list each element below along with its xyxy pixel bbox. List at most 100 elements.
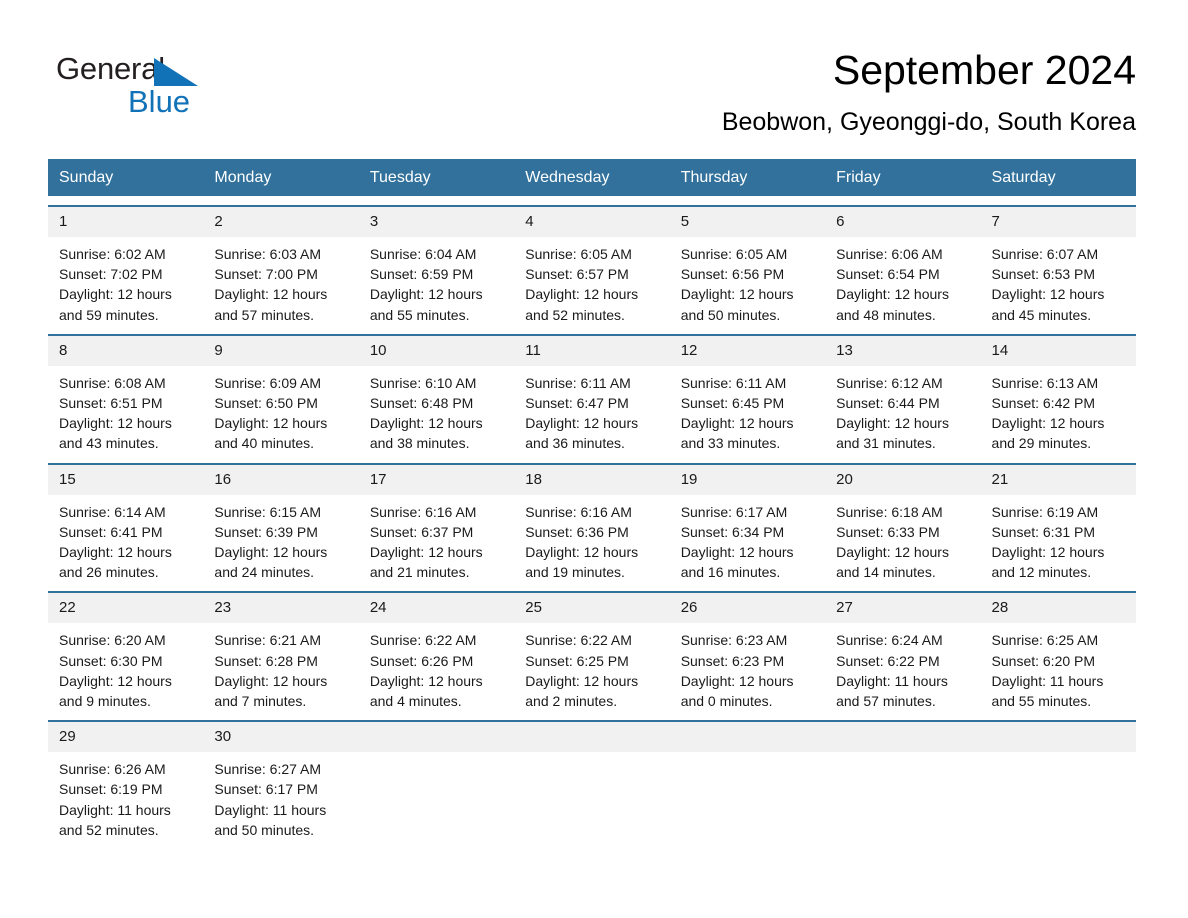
sunset-text: Sunset: 6:17 PM (214, 781, 318, 798)
day-info: Sunrise: 6:04 AM Sunset: 6:59 PM Dayligh… (359, 237, 514, 325)
sunset-text: Sunset: 7:02 PM (59, 266, 163, 283)
day-cell[interactable]: 3 Sunrise: 6:04 AM Sunset: 6:59 PM Dayli… (358, 207, 515, 325)
sunset-text: Sunset: 6:39 PM (214, 523, 318, 540)
day-cell[interactable]: 20 Sunrise: 6:18 AM Sunset: 6:33 PM Dayl… (825, 464, 981, 583)
day-info: Sunrise: 6:22 AM Sunset: 6:26 PM Dayligh… (359, 623, 514, 711)
sunrise-text: Sunrise: 6:03 AM (214, 246, 322, 262)
day-cell[interactable]: 2 Sunrise: 6:03 AM Sunset: 7:00 PM Dayli… (203, 207, 359, 325)
sunset-text: Sunset: 6:48 PM (369, 395, 474, 412)
day-cell[interactable]: 15 Sunrise: 6:14 AM Sunset: 6:41 PM Dayl… (48, 464, 204, 583)
page-header: General Blue September 2024 Beobwon, Gye… (0, 0, 1188, 139)
day-cell[interactable]: 11 Sunrise: 6:11 AM Sunset: 6:47 PM Dayl… (514, 335, 670, 454)
daylight-text: Daylight: 12 hours and 48 minutes. (836, 286, 949, 323)
calendar-grid: Sunday Monday Tuesday Wednesday Thursday… (48, 159, 1136, 840)
sunset-text: Sunset: 6:31 PM (991, 523, 1096, 540)
daylight-text: Daylight: 11 hours and 55 minutes. (991, 672, 1104, 710)
day-cell[interactable]: 1 Sunrise: 6:02 AM Sunset: 7:02 PM Dayli… (48, 207, 204, 325)
daylight-text: Daylight: 12 hours and 45 minutes. (991, 286, 1105, 323)
day-cell[interactable]: 8 Sunrise: 6:08 AM Sunset: 6:51 PM Dayli… (48, 335, 204, 454)
sunrise-text: Sunrise: 6:27 AM (214, 761, 322, 778)
daylight-text: Daylight: 12 hours and 19 minutes. (525, 544, 639, 581)
day-cell[interactable]: 21 Sunrise: 6:19 AM Sunset: 6:31 PM Dayl… (980, 464, 1136, 583)
day-cell-empty (980, 722, 1136, 840)
general-blue-logo: General Blue (56, 46, 216, 122)
daylight-text: Daylight: 12 hours and 50 minutes. (680, 286, 794, 323)
day-cell[interactable]: 17 Sunrise: 6:16 AM Sunset: 6:37 PM Dayl… (358, 464, 515, 583)
sunset-text: Sunset: 6:54 PM (836, 266, 940, 283)
day-cell[interactable]: 26 Sunrise: 6:23 AM Sunset: 6:23 PM Dayl… (669, 593, 826, 711)
weekday-header-wednesday: Wednesday (525, 169, 610, 186)
day-cell-empty (358, 722, 515, 840)
sunset-text: Sunset: 6:26 PM (369, 652, 474, 669)
day-info: Sunrise: 6:19 AM Sunset: 6:31 PM Dayligh… (981, 495, 1136, 583)
sunset-text: Sunset: 6:45 PM (680, 395, 785, 412)
day-info: Sunrise: 6:24 AM Sunset: 6:22 PM Dayligh… (825, 623, 980, 711)
weekday-header-tuesday: Tuesday (369, 169, 431, 186)
week-row: 22 Sunrise: 6:20 AM Sunset: 6:30 PM Dayl… (48, 591, 1136, 711)
day-cell[interactable]: 5 Sunrise: 6:05 AM Sunset: 6:56 PM Dayli… (669, 207, 826, 325)
day-cell[interactable]: 25 Sunrise: 6:22 AM Sunset: 6:25 PM Dayl… (514, 593, 670, 711)
day-number: 12 (669, 335, 826, 366)
sunrise-text: Sunrise: 6:05 AM (680, 246, 788, 262)
daylight-text: Daylight: 12 hours and 24 minutes. (214, 544, 328, 581)
day-cell[interactable]: 28 Sunrise: 6:25 AM Sunset: 6:20 PM Dayl… (980, 593, 1136, 711)
daylight-text: Daylight: 12 hours and 21 minutes. (369, 544, 483, 581)
weekday-header-row: Sunday Monday Tuesday Wednesday Thursday… (48, 159, 1136, 196)
sunrise-text: Sunrise: 6:23 AM (680, 632, 788, 649)
daylight-text: Daylight: 12 hours and 9 minutes. (59, 672, 172, 710)
day-cell[interactable]: 13 Sunrise: 6:12 AM Sunset: 6:44 PM Dayl… (825, 335, 981, 454)
sunset-text: Sunset: 6:30 PM (59, 652, 163, 669)
week-row: 8 Sunrise: 6:08 AM Sunset: 6:51 PM Dayli… (48, 333, 1136, 454)
daylight-text: Daylight: 12 hours and 16 minutes. (680, 544, 794, 581)
day-number (358, 722, 515, 753)
day-info: Sunrise: 6:21 AM Sunset: 6:28 PM Dayligh… (203, 623, 358, 711)
sunrise-text: Sunrise: 6:22 AM (525, 632, 632, 649)
day-number: 10 (358, 335, 515, 366)
day-cell[interactable]: 7 Sunrise: 6:07 AM Sunset: 6:53 PM Dayli… (980, 207, 1136, 325)
sunrise-text: Sunrise: 6:07 AM (991, 246, 1099, 262)
day-cell[interactable]: 16 Sunrise: 6:15 AM Sunset: 6:39 PM Dayl… (203, 464, 359, 583)
logo-blue-text: Blue (128, 84, 191, 119)
day-cell[interactable]: 23 Sunrise: 6:21 AM Sunset: 6:28 PM Dayl… (203, 593, 359, 711)
daylight-text: Daylight: 12 hours and 59 minutes. (59, 286, 172, 323)
day-cell[interactable]: 4 Sunrise: 6:05 AM Sunset: 6:57 PM Dayli… (514, 207, 670, 325)
sunset-text: Sunset: 6:28 PM (214, 652, 318, 669)
sunset-text: Sunset: 6:53 PM (991, 266, 1096, 283)
logo-triangle-icon (154, 58, 198, 86)
day-number: 3 (358, 207, 515, 237)
day-number: 19 (669, 464, 826, 495)
calendar-page: General Blue September 2024 Beobwon, Gye… (0, 0, 1188, 918)
week-row: 1 Sunrise: 6:02 AM Sunset: 7:02 PM Dayli… (48, 205, 1136, 325)
day-cell[interactable]: 29 Sunrise: 6:26 AM Sunset: 6:19 PM Dayl… (48, 722, 204, 840)
day-number: 15 (48, 464, 204, 495)
sunset-text: Sunset: 6:23 PM (680, 652, 785, 669)
day-number: 11 (514, 335, 670, 366)
daylight-text: Daylight: 12 hours and 36 minutes. (525, 415, 639, 452)
day-cell[interactable]: 27 Sunrise: 6:24 AM Sunset: 6:22 PM Dayl… (825, 593, 981, 711)
sunset-text: Sunset: 6:22 PM (836, 652, 940, 669)
sunrise-text: Sunrise: 6:14 AM (59, 503, 166, 520)
daylight-text: Daylight: 11 hours and 50 minutes. (214, 801, 327, 838)
day-cell[interactable]: 6 Sunrise: 6:06 AM Sunset: 6:54 PM Dayli… (825, 207, 981, 325)
day-number (669, 722, 826, 753)
sunrise-text: Sunrise: 6:09 AM (214, 374, 322, 391)
day-number: 7 (980, 207, 1136, 237)
day-number: 4 (514, 207, 670, 237)
day-cell[interactable]: 14 Sunrise: 6:13 AM Sunset: 6:42 PM Dayl… (980, 335, 1136, 454)
weekday-header-sunday: Sunday (59, 169, 114, 186)
day-cell[interactable]: 9 Sunrise: 6:09 AM Sunset: 6:50 PM Dayli… (203, 335, 359, 454)
day-cell[interactable]: 12 Sunrise: 6:11 AM Sunset: 6:45 PM Dayl… (669, 335, 826, 454)
day-info: Sunrise: 6:03 AM Sunset: 7:00 PM Dayligh… (203, 237, 358, 325)
day-number: 26 (669, 593, 826, 624)
day-info: Sunrise: 6:13 AM Sunset: 6:42 PM Dayligh… (981, 366, 1136, 454)
day-cell[interactable]: 19 Sunrise: 6:17 AM Sunset: 6:34 PM Dayl… (669, 464, 826, 583)
day-cell[interactable]: 10 Sunrise: 6:10 AM Sunset: 6:48 PM Dayl… (358, 335, 515, 454)
sunrise-text: Sunrise: 6:10 AM (369, 374, 477, 391)
day-info: Sunrise: 6:27 AM Sunset: 6:17 PM Dayligh… (203, 752, 358, 840)
day-number: 29 (48, 722, 204, 753)
day-cell[interactable]: 22 Sunrise: 6:20 AM Sunset: 6:30 PM Dayl… (48, 593, 204, 711)
day-cell[interactable]: 18 Sunrise: 6:16 AM Sunset: 6:36 PM Dayl… (514, 464, 670, 583)
day-cell[interactable]: 30 Sunrise: 6:27 AM Sunset: 6:17 PM Dayl… (203, 722, 359, 840)
day-info: Sunrise: 6:16 AM Sunset: 6:37 PM Dayligh… (359, 495, 514, 583)
day-cell[interactable]: 24 Sunrise: 6:22 AM Sunset: 6:26 PM Dayl… (358, 593, 515, 711)
